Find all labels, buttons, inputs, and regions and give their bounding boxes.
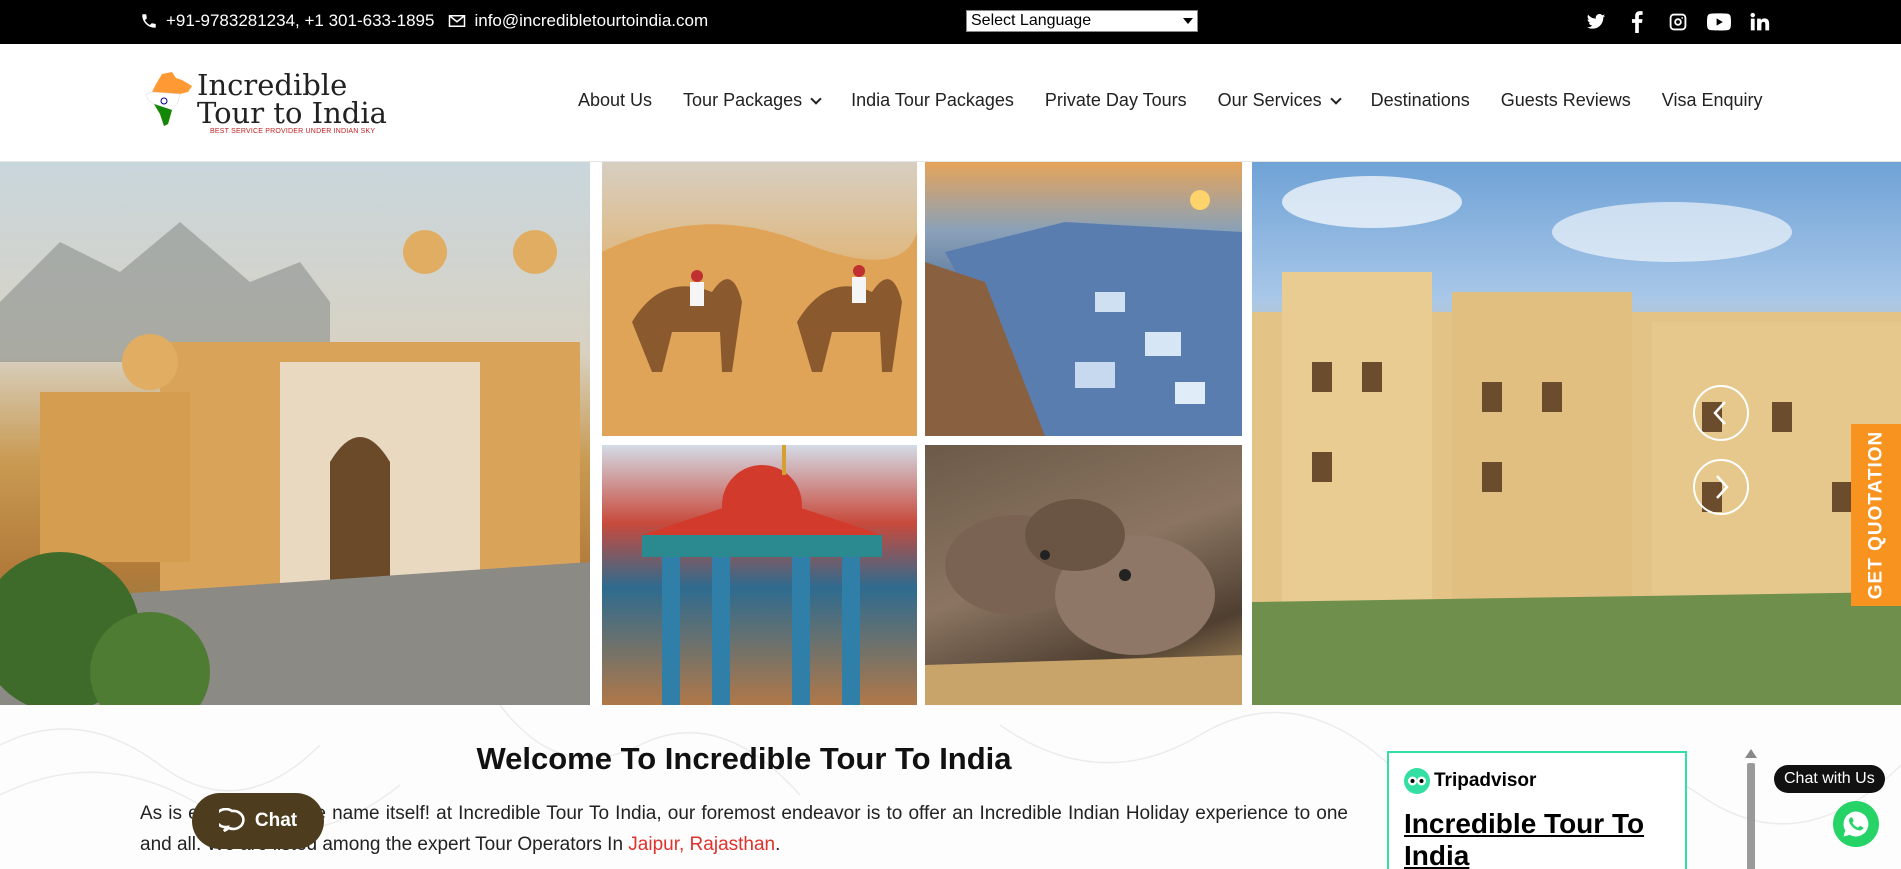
nav-item-label: Guests Reviews bbox=[1500, 90, 1631, 110]
slider-prev-button[interactable] bbox=[1693, 385, 1749, 441]
phone-numbers[interactable]: +91-9783281234, +1 301-633-1895 bbox=[166, 11, 434, 31]
nav-visa-enquiry[interactable]: Visa Enquiry bbox=[1662, 90, 1763, 111]
site-header: Incredible Tour to India BEST SERVICE PR… bbox=[0, 44, 1901, 162]
nav-item-label: Our Services bbox=[1217, 90, 1322, 110]
chat-button-label: Chat bbox=[254, 810, 298, 831]
chevron-down-icon bbox=[1330, 92, 1342, 105]
logo-title-line2: Tour to India bbox=[197, 96, 387, 130]
tripadvisor-brand[interactable]: Tripadvisor bbox=[1404, 768, 1536, 794]
slider-next-button[interactable] bbox=[1693, 459, 1749, 515]
scrollbar-thumb[interactable] bbox=[1747, 763, 1755, 869]
nav-item-label: Visa Enquiry bbox=[1661, 90, 1763, 110]
instagram-icon[interactable] bbox=[1666, 10, 1690, 34]
contact-info: +91-9783281234, +1 301-633-1895 info@inc… bbox=[140, 11, 708, 31]
tripadvisor-brand-label: Tripadvisor bbox=[1434, 770, 1537, 791]
whatsapp-chat-label[interactable]: Chat with Us bbox=[1774, 765, 1885, 793]
youtube-icon[interactable] bbox=[1707, 10, 1731, 34]
hero-image-desert-camels bbox=[602, 162, 917, 436]
whatsapp-icon bbox=[1843, 811, 1869, 837]
welcome-section: Welcome To Incredible Tour To India As i… bbox=[0, 705, 1901, 869]
hero-image-city-palace-udaipur bbox=[1252, 162, 1901, 705]
nav-item-label: Tour Packages bbox=[683, 90, 803, 110]
nav-private-day-tours[interactable]: Private Day Tours bbox=[1045, 90, 1187, 111]
facebook-icon[interactable] bbox=[1625, 10, 1649, 34]
nav-destinations[interactable]: Destinations bbox=[1371, 90, 1470, 111]
chevron-down-icon bbox=[1183, 18, 1193, 24]
jaipur-rajasthan-link[interactable]: Jaipur, Rajasthan bbox=[628, 834, 775, 855]
get-quotation-label: GET QUOTATION bbox=[1865, 430, 1887, 600]
twitter-icon[interactable] bbox=[1584, 10, 1608, 34]
language-select[interactable]: Select Language bbox=[966, 10, 1198, 32]
nav-item-label: Private Day Tours bbox=[1044, 90, 1187, 110]
nav-guests-reviews[interactable]: Guests Reviews bbox=[1501, 90, 1631, 111]
tripadvisor-owl-icon bbox=[1404, 768, 1430, 794]
welcome-title: Welcome To Incredible Tour To India bbox=[476, 741, 1012, 776]
hero-image-amber-fort bbox=[0, 162, 590, 705]
hero-image-blue-city bbox=[925, 162, 1242, 436]
main-nav: About Us Tour Packages India Tour Packag… bbox=[578, 90, 1763, 111]
nav-about-us[interactable]: About Us bbox=[578, 90, 652, 111]
top-bar: +91-9783281234, +1 301-633-1895 info@inc… bbox=[0, 0, 1901, 44]
india-map-logo-icon bbox=[145, 72, 192, 126]
chat-button[interactable]: Chat bbox=[192, 793, 324, 849]
nav-our-services[interactable]: Our Services bbox=[1217, 90, 1342, 111]
tripadvisor-widget: Tripadvisor Incredible Tour To India bbox=[1387, 751, 1687, 869]
phone-icon bbox=[142, 14, 156, 28]
chevron-left-icon bbox=[1713, 401, 1726, 425]
widget-scrollbar[interactable] bbox=[1745, 749, 1757, 869]
email-link[interactable]: info@incredibletourtoindia.com bbox=[474, 11, 708, 31]
chat-bubble-icon bbox=[218, 808, 245, 833]
linkedin-icon[interactable] bbox=[1748, 10, 1772, 34]
chevron-down-icon bbox=[810, 92, 822, 105]
get-quotation-tab[interactable]: GET QUOTATION bbox=[1851, 424, 1901, 606]
nav-item-label: About Us bbox=[578, 90, 653, 110]
language-select-value: Select Language bbox=[971, 12, 1092, 29]
nav-item-label: India Tour Packages bbox=[851, 90, 1014, 110]
tripadvisor-business-link[interactable]: Incredible Tour To India bbox=[1404, 808, 1674, 869]
chevron-right-icon bbox=[1716, 475, 1729, 499]
nav-item-label: Destinations bbox=[1370, 90, 1470, 110]
whatsapp-button[interactable] bbox=[1833, 801, 1879, 847]
site-logo[interactable]: Incredible Tour to India BEST SERVICE PR… bbox=[140, 66, 390, 136]
hero-image-brahma-temple bbox=[602, 445, 917, 705]
social-links bbox=[1584, 10, 1772, 34]
hero-slider: GET QUOTATION bbox=[0, 162, 1901, 705]
scroll-up-arrow-icon[interactable] bbox=[1745, 749, 1757, 758]
nav-tour-packages[interactable]: Tour Packages bbox=[683, 90, 822, 111]
envelope-icon bbox=[449, 15, 466, 27]
hero-image-karni-mata-rats bbox=[925, 445, 1242, 705]
logo-tagline: BEST SERVICE PROVIDER UNDER INDIAN SKY bbox=[210, 128, 376, 135]
nav-india-tour-packages[interactable]: India Tour Packages bbox=[851, 90, 1014, 111]
welcome-text-after: . bbox=[775, 834, 781, 855]
